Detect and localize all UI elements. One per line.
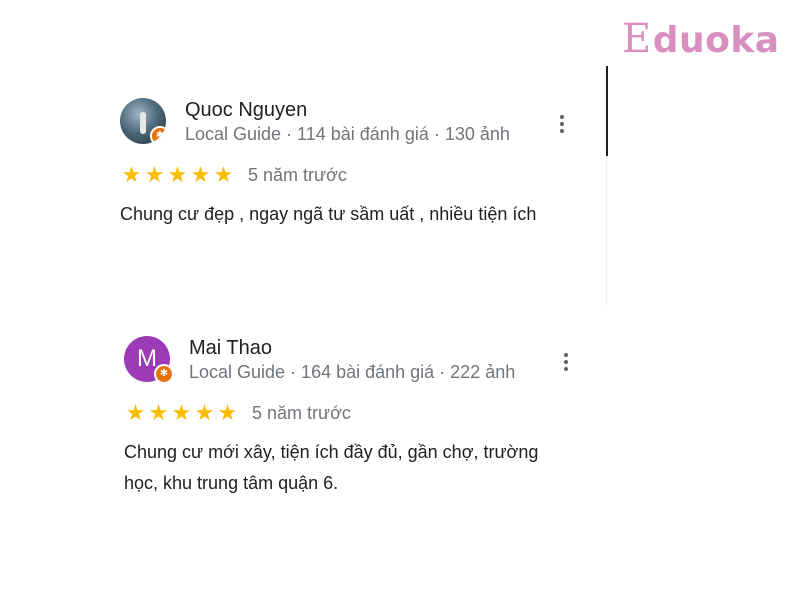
reviewer-info: Quoc Nguyen Local Guide · 114 bài đánh g… [185,98,525,147]
star-icon: ★ [171,400,192,425]
review-card: ✱ Quoc Nguyen Local Guide · 114 bài đánh… [120,98,590,230]
local-guide-icon: ✱ [154,364,174,384]
avatar[interactable]: M ✱ [124,336,174,384]
star-icon: ★ [217,400,238,425]
star-icon: ★ [148,400,169,425]
more-options-icon[interactable] [556,350,576,374]
page: Eduoka ✱ Quoc Nguyen Local Guide · 114 b… [0,0,800,600]
star-icon: ★ [125,400,146,425]
rating-row: ★ ★ ★ ★ ★ 5 năm trước [120,163,590,187]
star-icon: ★ [213,162,234,187]
star-rating: ★ ★ ★ ★ ★ [120,163,235,187]
reviewer-meta[interactable]: Local Guide · 114 bài đánh giá · 130 ảnh [185,122,525,147]
review-text: Chung cư đẹp , ngay ngã tư sầm uất , nhi… [120,204,537,224]
reviewer-info: Mai Thao Local Guide · 164 bài đánh giá … [189,336,529,385]
logo-text: duoka [652,20,780,61]
review-header: ✱ Quoc Nguyen Local Guide · 114 bài đánh… [120,98,590,147]
more-options-icon[interactable] [552,112,572,136]
review-card: M ✱ Mai Thao Local Guide · 164 bài đánh … [124,336,594,499]
scrollbar-track [606,156,607,306]
review-text: Chung cư mới xây, tiện ích đầy đủ, gần c… [124,442,539,493]
scrollbar-thumb[interactable] [606,66,608,156]
star-icon: ★ [194,400,215,425]
star-icon: ★ [144,162,165,187]
reviewer-name[interactable]: Mai Thao [189,336,529,360]
reviewer-name[interactable]: Quoc Nguyen [185,98,525,122]
review-header: M ✱ Mai Thao Local Guide · 164 bài đánh … [124,336,594,385]
star-icon: ★ [190,162,211,187]
avatar-photo-figure [140,112,146,134]
star-icon: ★ [167,162,188,187]
review-time: 5 năm trước [252,402,351,423]
star-rating: ★ ★ ★ ★ ★ [124,401,239,425]
reviewer-meta[interactable]: Local Guide · 164 bài đánh giá · 222 ảnh [189,360,529,385]
review-time: 5 năm trước [248,164,347,185]
avatar-letter: M [137,345,157,372]
eduoka-logo: Eduoka [622,16,780,62]
star-icon: ★ [121,162,142,187]
avatar[interactable]: ✱ [120,98,166,144]
logo-letter: E [622,16,652,62]
local-guide-icon: ✱ [150,126,166,144]
rating-row: ★ ★ ★ ★ ★ 5 năm trước [124,401,594,425]
